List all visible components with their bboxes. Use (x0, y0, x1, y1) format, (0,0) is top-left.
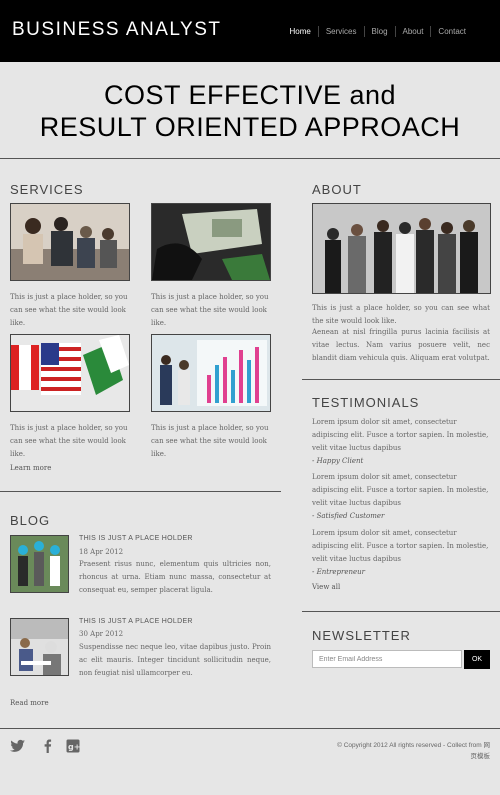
blog-image-office-meeting[interactable] (10, 618, 69, 676)
site-logo[interactable]: BUSINESS ANALYST (12, 19, 222, 41)
service-image-chart-presentation[interactable] (151, 334, 271, 412)
service-text-4: This is just a place holder, so you can … (151, 424, 269, 458)
hero-line-1: COST EFFECTIVE and (103, 80, 397, 110)
site-header: BUSINESS ANALYST Home Services Blog Abou… (0, 0, 500, 62)
blog-post-1-date: 18 Apr 2012 (79, 548, 124, 556)
about-text-2: Aenean at nisl fringilla purus lacinia f… (312, 328, 490, 362)
service-text-3: This is just a place holder, so you can … (10, 424, 128, 458)
nav-home[interactable]: Home (282, 26, 317, 37)
hero-headline: COST EFFECTIVE and RESULT ORIENTED APPRO… (0, 79, 500, 143)
blog-post-2-title[interactable]: THIS IS JUST A PLACE HOLDER (79, 618, 193, 625)
testimonial-1-author: - Happy Client (312, 457, 364, 465)
testimonial-3: Lorem ipsum dolor sit amet, consectetur … (312, 527, 490, 579)
services-divider (0, 491, 281, 492)
about-divider (302, 379, 500, 380)
testimonial-2-author: - Satisfied Customer (312, 512, 385, 520)
service-text-2: This is just a place holder, so you can … (151, 293, 269, 327)
nav-about[interactable]: About (394, 26, 431, 37)
testimonial-2-text: Lorem ipsum dolor sit amet, consectetur … (312, 473, 489, 507)
hero-banner: COST EFFECTIVE and RESULT ORIENTED APPRO… (0, 62, 500, 159)
svg-text:g+: g+ (68, 743, 80, 752)
newsletter-email-input[interactable] (312, 650, 462, 668)
newsletter-heading: NEWSLETTER (312, 628, 411, 643)
service-text-1: This is just a place holder, so you can … (10, 293, 128, 327)
copyright-line-2[interactable]: 页模板 (330, 751, 491, 762)
services-heading: SERVICES (10, 182, 84, 197)
testimonial-3-author: - Entrepreneur (312, 568, 365, 576)
main-nav: Home Services Blog About Contact (282, 26, 473, 37)
blog-post-1-title[interactable]: THIS IS JUST A PLACE HOLDER (79, 535, 193, 542)
blog-post-2-excerpt: Suspendisse nec neque leo, vitae dapibus… (79, 643, 271, 677)
services-learn-more-link[interactable]: Learn more (10, 464, 51, 472)
about-text-1: This is just a place holder, so you can … (312, 304, 490, 325)
twitter-icon[interactable] (10, 738, 26, 752)
copyright-line-1: © Copyright 2012 All rights reserved - C… (337, 742, 490, 749)
blog-post-2-date: 30 Apr 2012 (79, 630, 124, 638)
about-team-image[interactable] (312, 203, 491, 294)
service-image-business-meeting[interactable] (10, 203, 130, 281)
google-plus-icon[interactable]: g+ (66, 738, 82, 753)
nav-services[interactable]: Services (317, 26, 364, 37)
nav-blog[interactable]: Blog (363, 26, 395, 37)
blog-read-more-link[interactable]: Read more (10, 699, 49, 707)
testimonial-2: Lorem ipsum dolor sit amet, consectetur … (312, 471, 490, 523)
blog-image-engineers[interactable] (10, 535, 69, 593)
blog-heading: BLOG (10, 513, 51, 528)
testimonials-heading: TESTIMONIALS (312, 395, 420, 410)
facebook-icon[interactable] (40, 738, 56, 753)
service-image-flags[interactable] (10, 334, 130, 412)
testimonial-3-text: Lorem ipsum dolor sit amet, consectetur … (312, 529, 489, 563)
testimonials-view-all-link[interactable]: View all (312, 583, 340, 591)
testimonial-1-text: Lorem ipsum dolor sit amet, consectetur … (312, 418, 489, 452)
testimonial-1: Lorem ipsum dolor sit amet, consectetur … (312, 416, 490, 468)
hero-line-2: RESULT ORIENTED APPROACH (39, 112, 461, 142)
nav-contact[interactable]: Contact (430, 26, 473, 37)
copyright-text: © Copyright 2012 All rights reserved - C… (330, 740, 490, 762)
blog-post-1-excerpt: Praesent risus nunc, elementum quis ultr… (79, 560, 271, 594)
testimonials-divider (302, 611, 500, 612)
service-image-money-puzzle[interactable] (151, 203, 271, 281)
about-heading: ABOUT (312, 182, 362, 197)
newsletter-submit-button[interactable]: OK (464, 650, 490, 669)
